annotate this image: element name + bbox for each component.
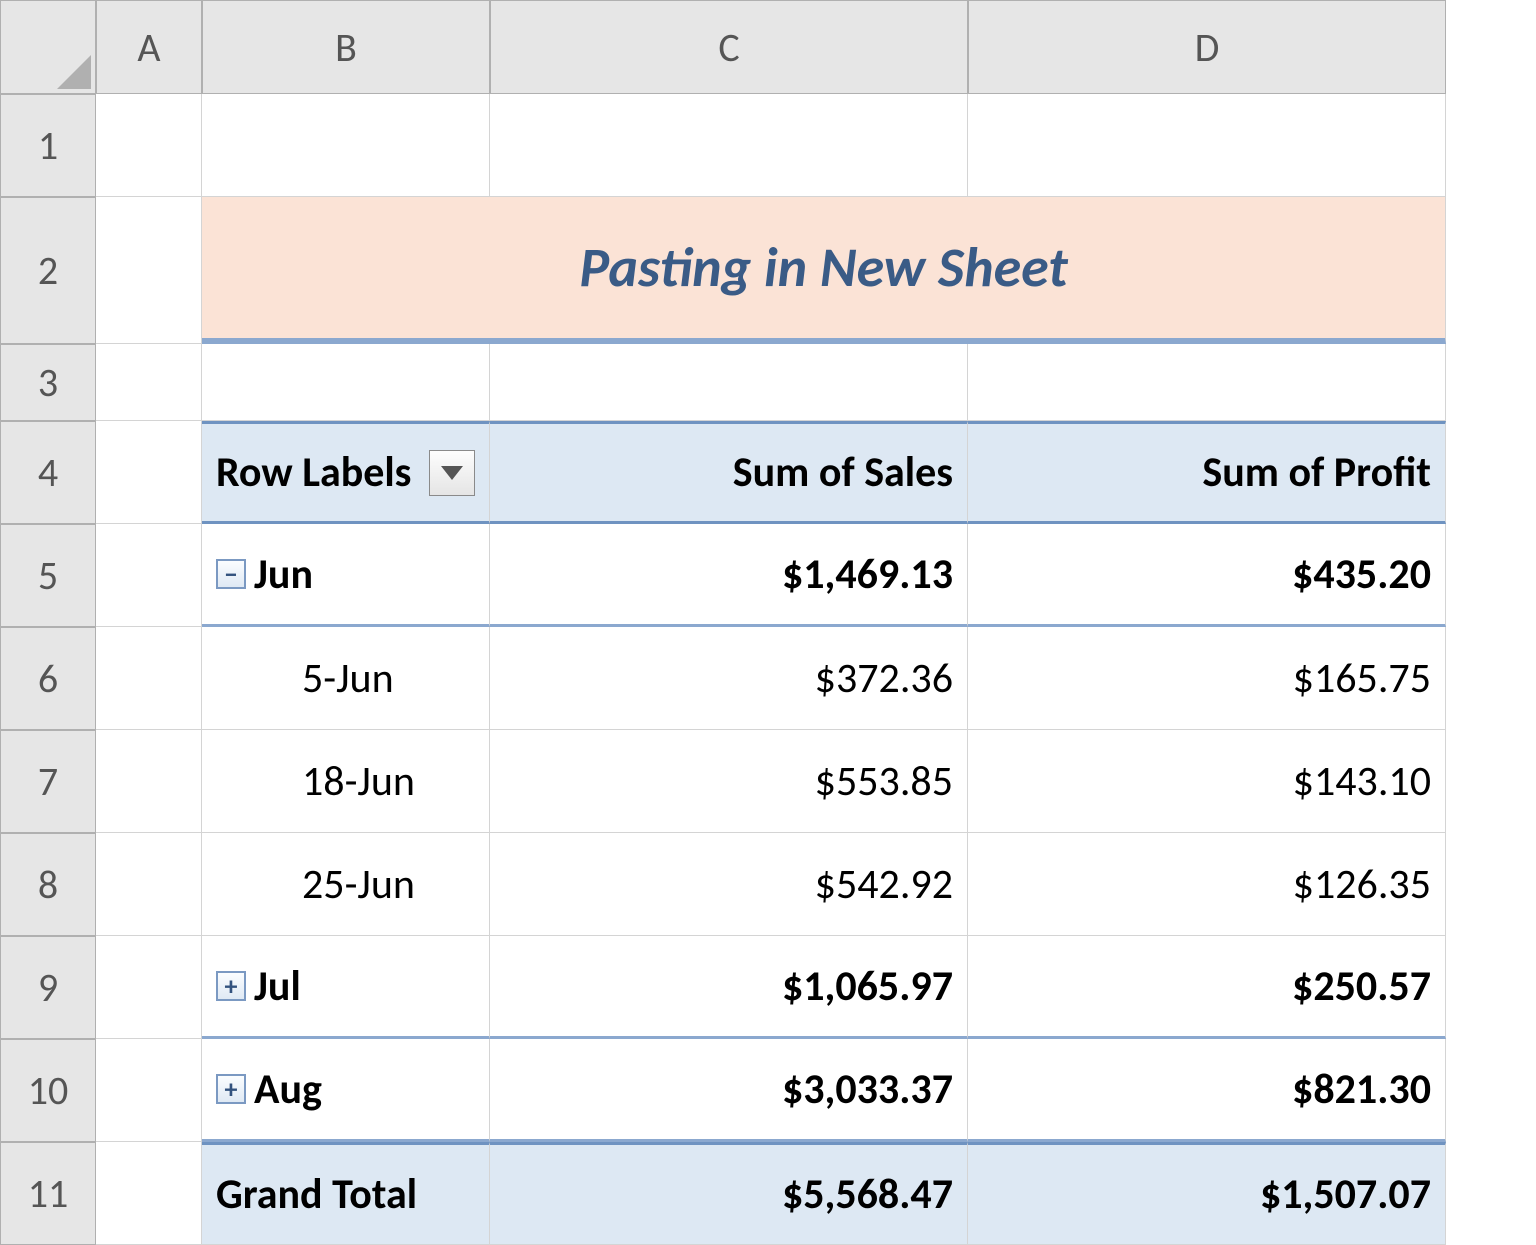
cell-A3[interactable] (96, 344, 202, 421)
cell-A2[interactable] (96, 197, 202, 344)
pivot-header-profit[interactable]: Sum of Profit (968, 421, 1446, 524)
pivot-detail-18jun-sales[interactable]: $553.85 (490, 730, 968, 833)
select-all-corner[interactable] (0, 0, 96, 94)
cell-A8[interactable] (96, 833, 202, 936)
cell-A5[interactable] (96, 524, 202, 627)
pivot-detail-25jun-sales[interactable]: $542.92 (490, 833, 968, 936)
row-header-9[interactable]: 9 (0, 936, 96, 1039)
cell-A10[interactable] (96, 1039, 202, 1142)
expand-icon[interactable]: + (216, 971, 246, 1001)
pivot-header-row-labels[interactable]: Row Labels (202, 421, 490, 524)
pivot-grand-total-profit[interactable]: $1,507.07 (968, 1142, 1446, 1245)
pivot-group-aug-sales[interactable]: $3,033.37 (490, 1039, 968, 1142)
cell-A11[interactable] (96, 1142, 202, 1245)
row-header-3[interactable]: 3 (0, 344, 96, 421)
row-header-8[interactable]: 8 (0, 833, 96, 936)
title-cell[interactable]: Pasting in New Sheet (202, 197, 1446, 344)
col-header-C[interactable]: C (490, 0, 968, 94)
pivot-detail-25jun-label[interactable]: 25-Jun (202, 833, 490, 936)
cell-A9[interactable] (96, 936, 202, 1039)
pivot-group-jun[interactable]: − Jun (202, 524, 490, 627)
col-header-A[interactable]: A (96, 0, 202, 94)
pivot-grand-total-label[interactable]: Grand Total (202, 1142, 490, 1245)
cell-A7[interactable] (96, 730, 202, 833)
cell-C1[interactable] (490, 94, 968, 197)
pivot-group-jul-label: Jul (254, 961, 301, 1012)
cell-A4[interactable] (96, 421, 202, 524)
pivot-detail-5jun-profit[interactable]: $165.75 (968, 627, 1446, 730)
row-header-7[interactable]: 7 (0, 730, 96, 833)
expand-icon[interactable]: + (216, 1074, 246, 1104)
cell-B3[interactable] (202, 344, 490, 421)
row-header-2[interactable]: 2 (0, 197, 96, 344)
cell-D1[interactable] (968, 94, 1446, 197)
pivot-group-jul-sales[interactable]: $1,065.97 (490, 936, 968, 1039)
col-header-D[interactable]: D (968, 0, 1446, 94)
row-header-6[interactable]: 6 (0, 627, 96, 730)
pivot-detail-5jun-label[interactable]: 5-Jun (202, 627, 490, 730)
pivot-header-row-labels-text: Row Labels (216, 447, 411, 498)
cell-D3[interactable] (968, 344, 1446, 421)
pivot-detail-18jun-profit[interactable]: $143.10 (968, 730, 1446, 833)
spreadsheet-grid: A B C D 1 2 Pasting in New Sheet 3 4 Row… (0, 0, 1536, 1245)
pivot-group-jun-label: Jun (254, 549, 313, 600)
collapse-icon[interactable]: − (216, 559, 246, 589)
chevron-down-icon (441, 466, 463, 480)
pivot-group-aug-profit[interactable]: $821.30 (968, 1039, 1446, 1142)
pivot-group-jun-profit[interactable]: $435.20 (968, 524, 1446, 627)
row-header-5[interactable]: 5 (0, 524, 96, 627)
pivot-group-aug-label: Aug (254, 1064, 322, 1115)
row-header-4[interactable]: 4 (0, 421, 96, 524)
pivot-header-sales[interactable]: Sum of Sales (490, 421, 968, 524)
pivot-group-jul-profit[interactable]: $250.57 (968, 936, 1446, 1039)
cell-A1[interactable] (96, 94, 202, 197)
pivot-detail-5jun-sales[interactable]: $372.36 (490, 627, 968, 730)
pivot-group-jun-sales[interactable]: $1,469.13 (490, 524, 968, 627)
col-header-B[interactable]: B (202, 0, 490, 94)
row-header-11[interactable]: 11 (0, 1142, 96, 1245)
pivot-grand-total-sales[interactable]: $5,568.47 (490, 1142, 968, 1245)
cell-A6[interactable] (96, 627, 202, 730)
pivot-group-jul[interactable]: + Jul (202, 936, 490, 1039)
pivot-group-aug[interactable]: + Aug (202, 1039, 490, 1142)
pivot-detail-25jun-profit[interactable]: $126.35 (968, 833, 1446, 936)
row-header-10[interactable]: 10 (0, 1039, 96, 1142)
pivot-filter-dropdown[interactable] (429, 450, 475, 496)
pivot-detail-18jun-label[interactable]: 18-Jun (202, 730, 490, 833)
row-header-1[interactable]: 1 (0, 94, 96, 197)
cell-B1[interactable] (202, 94, 490, 197)
cell-C3[interactable] (490, 344, 968, 421)
